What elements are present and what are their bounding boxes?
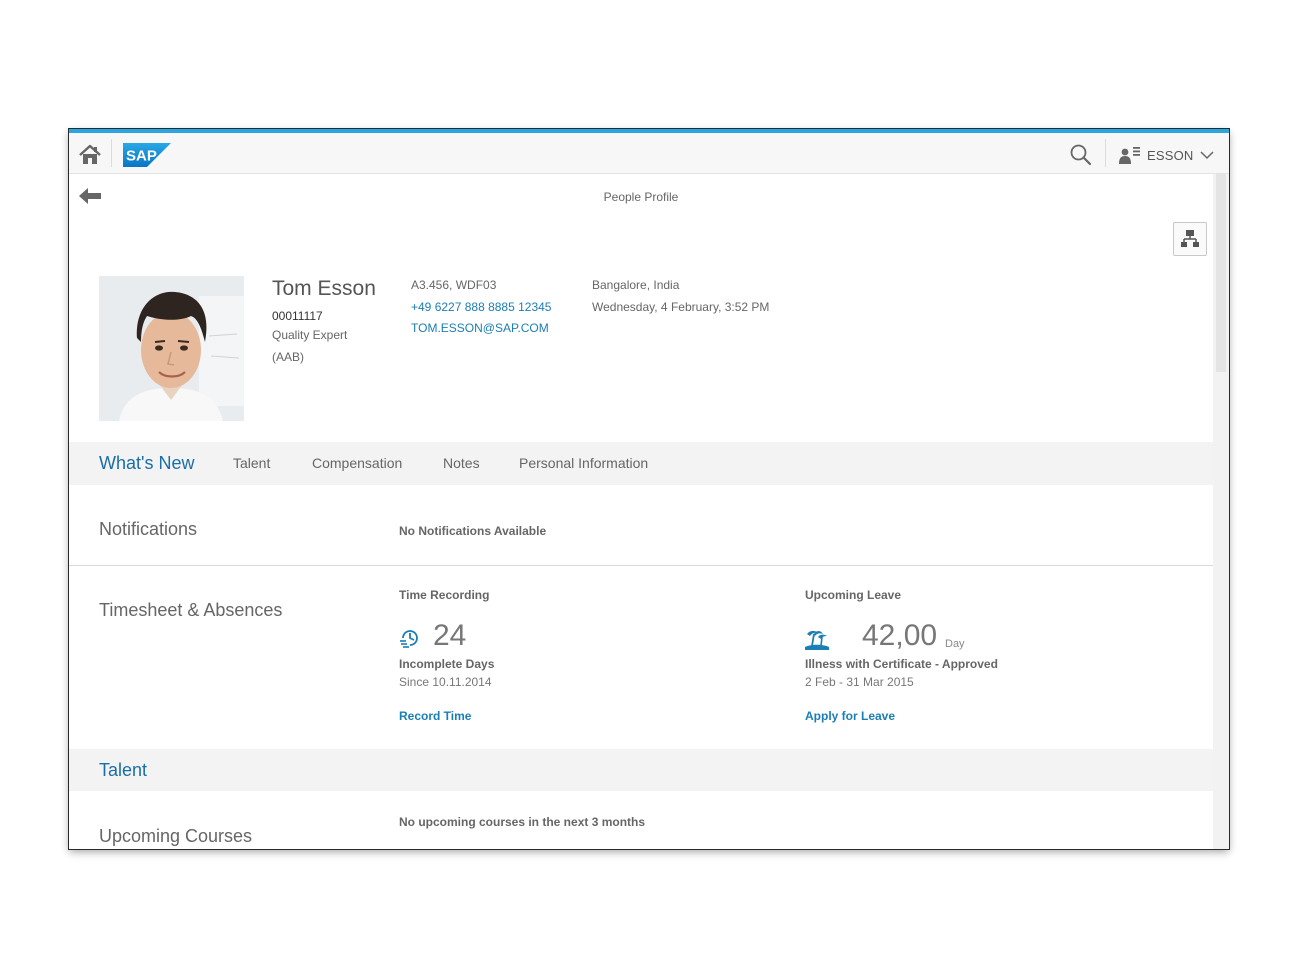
user-menu[interactable]: ESSON xyxy=(1119,141,1214,169)
email-link[interactable]: TOM.ESSON@SAP.COM xyxy=(411,321,549,335)
upcoming-courses-message: No upcoming courses in the next 3 months xyxy=(399,815,646,829)
employee-org: (AAB) xyxy=(272,350,305,364)
section-divider xyxy=(69,565,1213,566)
page-header: People Profile xyxy=(69,174,1213,222)
home-icon xyxy=(79,144,101,164)
profile-photo xyxy=(99,276,244,421)
tab-compensation[interactable]: Compensation xyxy=(312,455,402,471)
scrollbar-thumb[interactable] xyxy=(1216,174,1226,372)
upcoming-leave-title: Upcoming Leave xyxy=(805,588,902,602)
sap-logo[interactable]: SAP xyxy=(123,143,171,167)
time-recording-title: Time Recording xyxy=(399,588,490,602)
user-icon xyxy=(1119,147,1140,164)
employee-name: Tom Esson xyxy=(272,277,376,300)
tab-notes[interactable]: Notes xyxy=(443,455,480,471)
shell-divider xyxy=(1105,139,1106,167)
phone-link[interactable]: +49 6227 888 8885 12345 xyxy=(411,300,551,314)
time-recording-value: 24 xyxy=(433,619,467,652)
timesheet-absences-label: Timesheet & Absences xyxy=(99,600,283,620)
vertical-scrollbar[interactable] xyxy=(1213,174,1229,849)
time-recording-caption: Incomplete Days xyxy=(399,657,495,671)
time-recording-since: Since 10.11.2014 xyxy=(399,675,492,689)
office-location: A3.456, WDF03 xyxy=(411,278,497,292)
org-chart-button[interactable] xyxy=(1173,222,1207,256)
local-time: Wednesday, 4 February, 3:52 PM xyxy=(592,300,770,314)
tab-talent[interactable]: Talent xyxy=(233,455,270,471)
upcoming-leave-caption: Illness with Certificate - Approved xyxy=(805,657,998,671)
tab-whats-new[interactable]: What's New xyxy=(99,453,194,474)
apply-for-leave-link[interactable]: Apply for Leave xyxy=(805,709,895,723)
upcoming-leave-range: 2 Feb - 31 Mar 2015 xyxy=(805,675,914,689)
notifications-label: Notifications xyxy=(99,519,198,539)
upcoming-leave-unit: Day xyxy=(945,638,965,650)
home-button[interactable] xyxy=(77,143,103,167)
org-chart-icon xyxy=(1181,230,1199,247)
employee-id: 00011117 xyxy=(272,309,323,323)
upcoming-courses-label: Upcoming Courses xyxy=(99,826,253,846)
search-button[interactable] xyxy=(1069,143,1093,167)
chevron-down-icon xyxy=(1199,151,1214,160)
employee-role: Quality Expert xyxy=(272,328,348,342)
beach-icon xyxy=(805,630,829,650)
page-title: People Profile xyxy=(603,190,679,204)
search-icon xyxy=(1070,144,1092,166)
city-location: Bangalore, India xyxy=(592,278,680,292)
svg-text:SAP: SAP xyxy=(126,148,157,165)
talent-section-header: Talent xyxy=(69,749,1213,791)
tab-personal-information[interactable]: Personal Information xyxy=(519,455,648,471)
shell-divider xyxy=(111,139,112,167)
shell-bar: SAP ESSON xyxy=(69,129,1229,174)
upcoming-leave-value: 42,00 xyxy=(862,619,938,652)
record-time-link[interactable]: Record Time xyxy=(399,709,471,723)
talent-section-title: Talent xyxy=(99,760,148,780)
user-name: ESSON xyxy=(1147,147,1194,163)
time-history-icon xyxy=(400,630,418,648)
app-window: SAP ESSON People Profile Tom Esson 00011… xyxy=(69,129,1229,849)
tab-bar: What's New Talent Compensation Notes Per… xyxy=(69,442,1213,485)
notifications-message: No Notifications Available xyxy=(399,524,547,538)
